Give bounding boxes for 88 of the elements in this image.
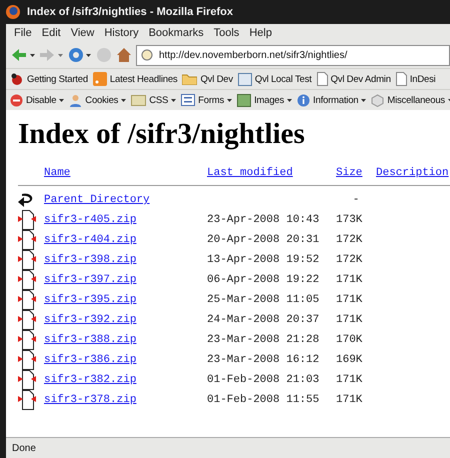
modified-date: 23-Mar-2008 21:28 (207, 334, 320, 346)
file-size: - (352, 194, 360, 206)
file-link[interactable]: sifr3-r392.zip (44, 314, 136, 326)
folder-icon (182, 73, 198, 85)
site-icon (141, 49, 153, 61)
file-link[interactable]: Parent Directory (44, 194, 150, 206)
menu-item[interactable]: Help (249, 27, 272, 39)
modified-date: 25-Mar-2008 11:05 (207, 294, 320, 306)
bookmark-link[interactable]: Getting Started (27, 74, 88, 84)
file-size: 171K (336, 394, 362, 406)
column-header-link[interactable]: Description (376, 167, 449, 179)
file-link[interactable]: sifr3-r395.zip (44, 294, 136, 306)
modified-date: 23-Mar-2008 16:12 (207, 354, 320, 366)
window-icon (238, 72, 252, 86)
modified-date: 01-Feb-2008 21:03 (207, 374, 320, 386)
home-button[interactable] (116, 47, 132, 63)
column-header-link[interactable]: Name (44, 167, 70, 179)
menu-item[interactable]: Bookmarks (148, 27, 204, 39)
page-icon (396, 72, 407, 86)
zip-file-icon (18, 330, 36, 350)
bookmark-link[interactable]: InDesi (410, 74, 436, 84)
file-link[interactable]: sifr3-r405.zip (44, 214, 136, 226)
window-title: Index of /sifr3/nightlies - Mozilla Firefox (27, 6, 233, 18)
file-size: 173K (336, 214, 362, 226)
file-size: 171K (336, 374, 362, 386)
css-icon (131, 94, 146, 106)
toolbar-menu[interactable]: Information (313, 94, 358, 106)
modified-date: 13-Apr-2008 19:52 (207, 254, 320, 266)
file-size: 172K (336, 234, 362, 246)
back-button[interactable] (12, 48, 36, 62)
column-header-link[interactable]: Last modified (207, 167, 293, 179)
file-size: 171K (336, 274, 362, 286)
zip-file-icon (18, 270, 36, 290)
info-icon (297, 94, 310, 106)
zip-file-icon (18, 370, 36, 390)
browser-logo-icon (5, 4, 21, 20)
file-size: 170K (336, 334, 362, 346)
file-size: 171K (336, 314, 362, 326)
image-icon (237, 94, 252, 106)
modified-date: 01-Feb-2008 11:55 (207, 394, 320, 406)
modified-date: 20-Apr-2008 20:31 (207, 234, 320, 246)
page-heading: Index of /sifr3/nightlies (18, 118, 306, 151)
menu-item[interactable]: Edit (42, 27, 61, 39)
cube-icon (371, 94, 384, 106)
page-icon (316, 72, 328, 86)
zip-file-icon (18, 230, 36, 250)
toolbar-menu[interactable]: Miscellaneous (387, 94, 445, 106)
column-header-link[interactable]: Size (336, 167, 362, 179)
file-link[interactable]: sifr3-r382.zip (44, 374, 136, 386)
file-link[interactable]: sifr3-r386.zip (44, 354, 136, 366)
toolbar-menu[interactable]: Cookies (85, 94, 118, 106)
file-size: 172K (336, 254, 362, 266)
modified-date: 06-Apr-2008 19:22 (207, 274, 320, 286)
zip-file-icon (18, 290, 36, 310)
menu-item[interactable]: Tools (214, 27, 240, 39)
file-link[interactable]: sifr3-r404.zip (44, 234, 136, 246)
zip-file-icon (18, 210, 36, 230)
file-link[interactable]: sifr3-r378.zip (44, 394, 136, 406)
menu-item[interactable]: History (104, 27, 139, 39)
bookmark-link[interactable]: Qvl Dev (200, 74, 233, 84)
bookmark-link[interactable]: Qvl Local Test (254, 74, 312, 84)
file-size: 169K (336, 354, 362, 366)
file-link[interactable]: sifr3-r397.zip (44, 274, 136, 286)
forward-button[interactable] (40, 48, 64, 62)
status-bar: Done (6, 437, 450, 458)
bookmark-link[interactable]: Qvl Dev Admin (330, 74, 391, 84)
modified-date: 24-Mar-2008 20:37 (207, 314, 320, 326)
modified-date: 23-Apr-2008 10:43 (207, 214, 320, 226)
stop-icon (10, 94, 23, 106)
file-link[interactable]: sifr3-r398.zip (44, 254, 136, 266)
zip-file-icon (18, 350, 36, 370)
reload-button[interactable] (68, 47, 92, 63)
toolbar-menu[interactable]: Images (254, 94, 284, 106)
form-icon (181, 94, 196, 106)
zip-file-icon (18, 310, 36, 330)
menu-item[interactable]: View (70, 27, 94, 39)
zip-file-icon (18, 390, 36, 410)
toolbar-menu[interactable]: Disable (26, 94, 56, 106)
toolbar-menu[interactable]: CSS (149, 94, 168, 106)
person-icon (69, 94, 82, 106)
address-field[interactable]: http://dev.novemberborn.net/sifr3/nightlies/ (136, 44, 450, 66)
zip-file-icon (18, 250, 36, 270)
menu-item[interactable]: File (14, 27, 32, 39)
toolbar-menu[interactable]: Forms (198, 94, 224, 106)
bookmark-link[interactable]: Latest Headlines (110, 74, 178, 84)
file-link[interactable]: sifr3-r388.zip (44, 334, 136, 346)
rss-icon (92, 72, 107, 86)
file-size: 171K (336, 294, 362, 306)
